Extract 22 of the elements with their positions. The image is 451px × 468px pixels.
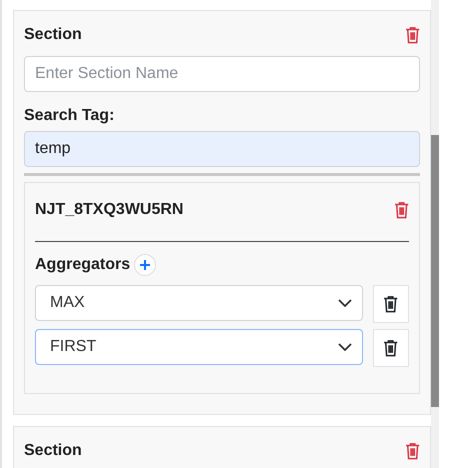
scrollbar[interactable] (431, 0, 439, 468)
delete-icon[interactable] (404, 442, 420, 460)
trash-icon[interactable] (383, 295, 399, 313)
delete-button[interactable] (373, 329, 409, 367)
aggregator-select[interactable]: MAX (35, 285, 363, 321)
aggregators-label: Aggregators (35, 256, 130, 274)
search-tag-field[interactable]: temp (24, 131, 420, 167)
section-title: Section (24, 26, 82, 44)
scrollbar-thumb[interactable] (431, 135, 439, 407)
section-name-field[interactable]: Enter Section Name (24, 56, 420, 92)
chevron-down-icon (338, 343, 352, 351)
add-button[interactable] (134, 254, 156, 276)
delete-icon[interactable] (404, 26, 420, 44)
delete-button[interactable] (373, 285, 409, 323)
search-tag-label: Search Tag: (24, 107, 116, 125)
delete-icon[interactable] (394, 201, 409, 219)
trash-icon[interactable] (383, 339, 399, 357)
section-title: Section (24, 442, 82, 460)
tag-name: NJT_8TXQ3WU5RN (35, 201, 184, 219)
aggregator-select[interactable]: FIRST (35, 329, 363, 365)
plus-icon (139, 259, 152, 271)
chevron-down-icon (338, 299, 352, 307)
